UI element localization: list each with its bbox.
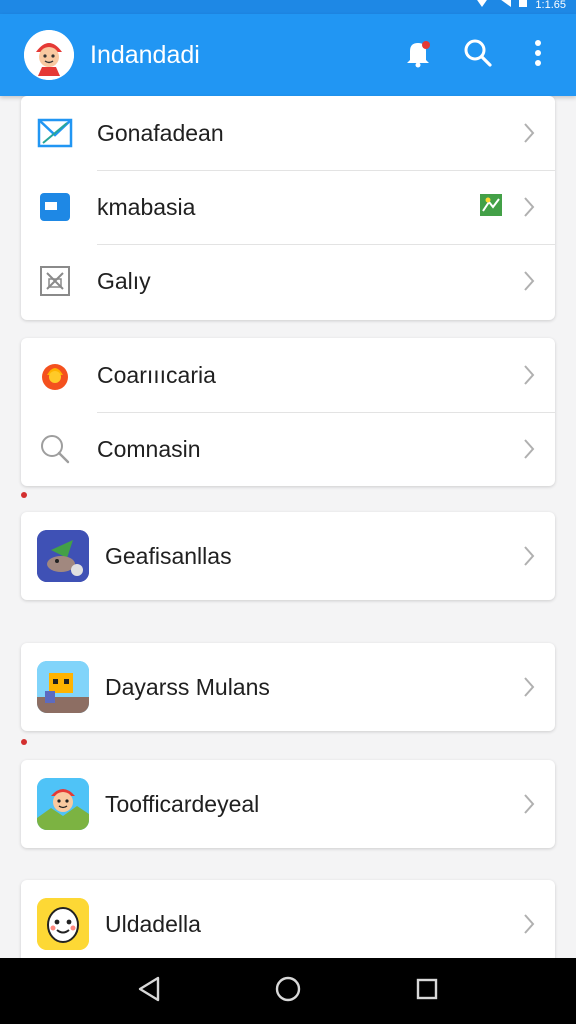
back-triangle-icon bbox=[136, 975, 162, 1008]
app-card-uldadella[interactable]: Uldadella bbox=[21, 880, 555, 968]
menu-item-coariiicaria[interactable]: Coarıııcaria bbox=[21, 338, 555, 412]
menu-item-galiy[interactable]: Galıy bbox=[21, 244, 555, 318]
emoji-app-icon bbox=[37, 898, 89, 950]
app-title: Indandadi bbox=[90, 40, 200, 69]
menu-card-1: Gonafadean kmabasia Galıy bbox=[21, 96, 555, 320]
app-label: Uldadella bbox=[105, 910, 201, 937]
chevron-right-icon bbox=[509, 667, 549, 707]
calendar-icon bbox=[37, 189, 73, 225]
search-button[interactable] bbox=[448, 25, 508, 85]
signal-icon bbox=[475, 0, 489, 12]
search-icon bbox=[37, 431, 73, 467]
chevron-right-icon bbox=[509, 261, 549, 301]
app-label: Dayarss Mulans bbox=[105, 673, 270, 700]
character-app-icon bbox=[37, 778, 89, 830]
pixel-game-app-icon bbox=[37, 661, 89, 713]
chevron-right-icon bbox=[509, 536, 549, 576]
bell-icon bbox=[401, 36, 435, 75]
menu-item-label: Comnasin bbox=[97, 435, 201, 462]
game-app-icon bbox=[37, 530, 89, 582]
chevron-right-icon bbox=[509, 904, 549, 944]
fire-icon bbox=[37, 357, 73, 393]
battery-icon bbox=[519, 0, 528, 12]
chevron-right-icon bbox=[509, 429, 549, 469]
menu-item-gonafadean[interactable]: Gonafadean bbox=[21, 96, 555, 170]
menu-item-label: Gonafadean bbox=[97, 119, 224, 146]
recents-square-icon bbox=[415, 977, 439, 1006]
notifications-button[interactable] bbox=[388, 25, 448, 85]
app-card-toofficardeyeal[interactable]: Toofficardeyeal bbox=[21, 760, 555, 848]
wifi-icon bbox=[497, 0, 512, 12]
gallery-icon bbox=[37, 263, 73, 299]
chevron-right-icon bbox=[509, 187, 549, 227]
home-circle-icon bbox=[274, 975, 302, 1008]
unread-dot bbox=[21, 739, 27, 745]
app-card-dayarss-mulans[interactable]: Dayarss Mulans bbox=[21, 643, 555, 731]
app-card-geafisanllas[interactable]: Geafisanllas bbox=[21, 512, 555, 600]
home-button[interactable] bbox=[258, 961, 318, 1021]
back-button[interactable] bbox=[119, 961, 179, 1021]
unread-dot bbox=[21, 492, 27, 498]
image-icon bbox=[479, 193, 503, 222]
app-label: Geafisanllas bbox=[105, 542, 232, 569]
more-options-button[interactable] bbox=[508, 25, 568, 85]
status-bar: 1:1.65 bbox=[0, 0, 576, 14]
menu-item-label: kmabasia bbox=[97, 193, 196, 220]
chevron-right-icon bbox=[509, 784, 549, 824]
more-vertical-icon bbox=[534, 39, 542, 72]
app-bar: Indandadi bbox=[0, 14, 576, 96]
app-label: Toofficardeyeal bbox=[105, 790, 260, 817]
avatar[interactable] bbox=[24, 30, 74, 80]
chevron-right-icon bbox=[509, 113, 549, 153]
menu-item-comnasin[interactable]: Comnasin bbox=[21, 412, 555, 486]
chevron-right-icon bbox=[509, 355, 549, 395]
system-navigation-bar bbox=[0, 958, 576, 1024]
menu-item-label: Galıy bbox=[97, 267, 151, 294]
recents-button[interactable] bbox=[397, 961, 457, 1021]
status-time: 1:1.65 bbox=[535, 0, 566, 11]
menu-card-2: Coarıııcaria Comnasin bbox=[21, 338, 555, 486]
menu-item-label: Coarıııcaria bbox=[97, 361, 216, 388]
search-icon bbox=[462, 37, 494, 74]
menu-item-kmabasia[interactable]: kmabasia bbox=[21, 170, 555, 244]
mail-icon bbox=[37, 115, 73, 151]
